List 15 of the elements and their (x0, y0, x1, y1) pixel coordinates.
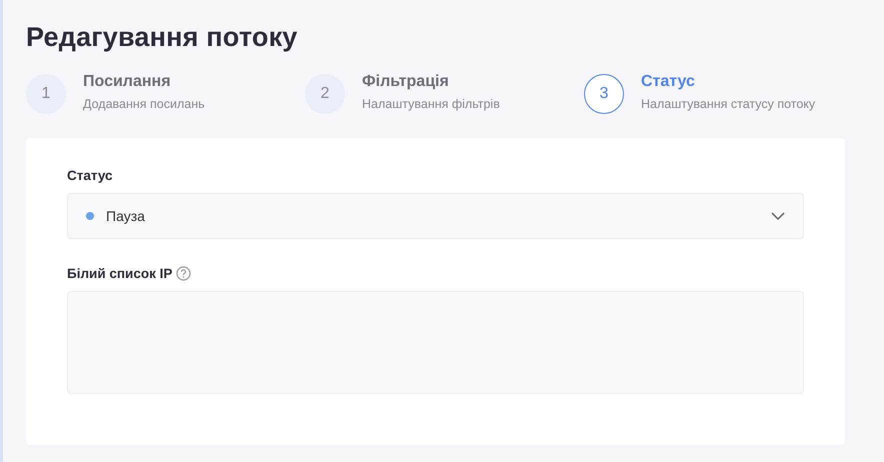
step-title[interactable]: Фільтрація (362, 73, 500, 91)
page-title: Редагування потоку (26, 22, 299, 53)
step-title[interactable]: Посилання (83, 73, 205, 91)
step-subtitle: Налаштування статусу потоку (641, 97, 816, 111)
step-subtitle: Додавання посилань (83, 97, 205, 111)
field-label: Білий список IP (67, 266, 172, 281)
step-number[interactable]: 3 (584, 74, 624, 114)
field-label: Статус (67, 168, 112, 183)
step-title[interactable]: Статус (641, 73, 816, 91)
help-icon[interactable] (176, 266, 192, 281)
step-subtitle: Налаштування фільтрів (362, 97, 500, 111)
status-select[interactable]: Пауза (67, 193, 804, 239)
step-number[interactable]: 2 (305, 74, 345, 114)
chevron-down-icon (771, 212, 785, 220)
step-number[interactable]: 1 (26, 74, 66, 114)
